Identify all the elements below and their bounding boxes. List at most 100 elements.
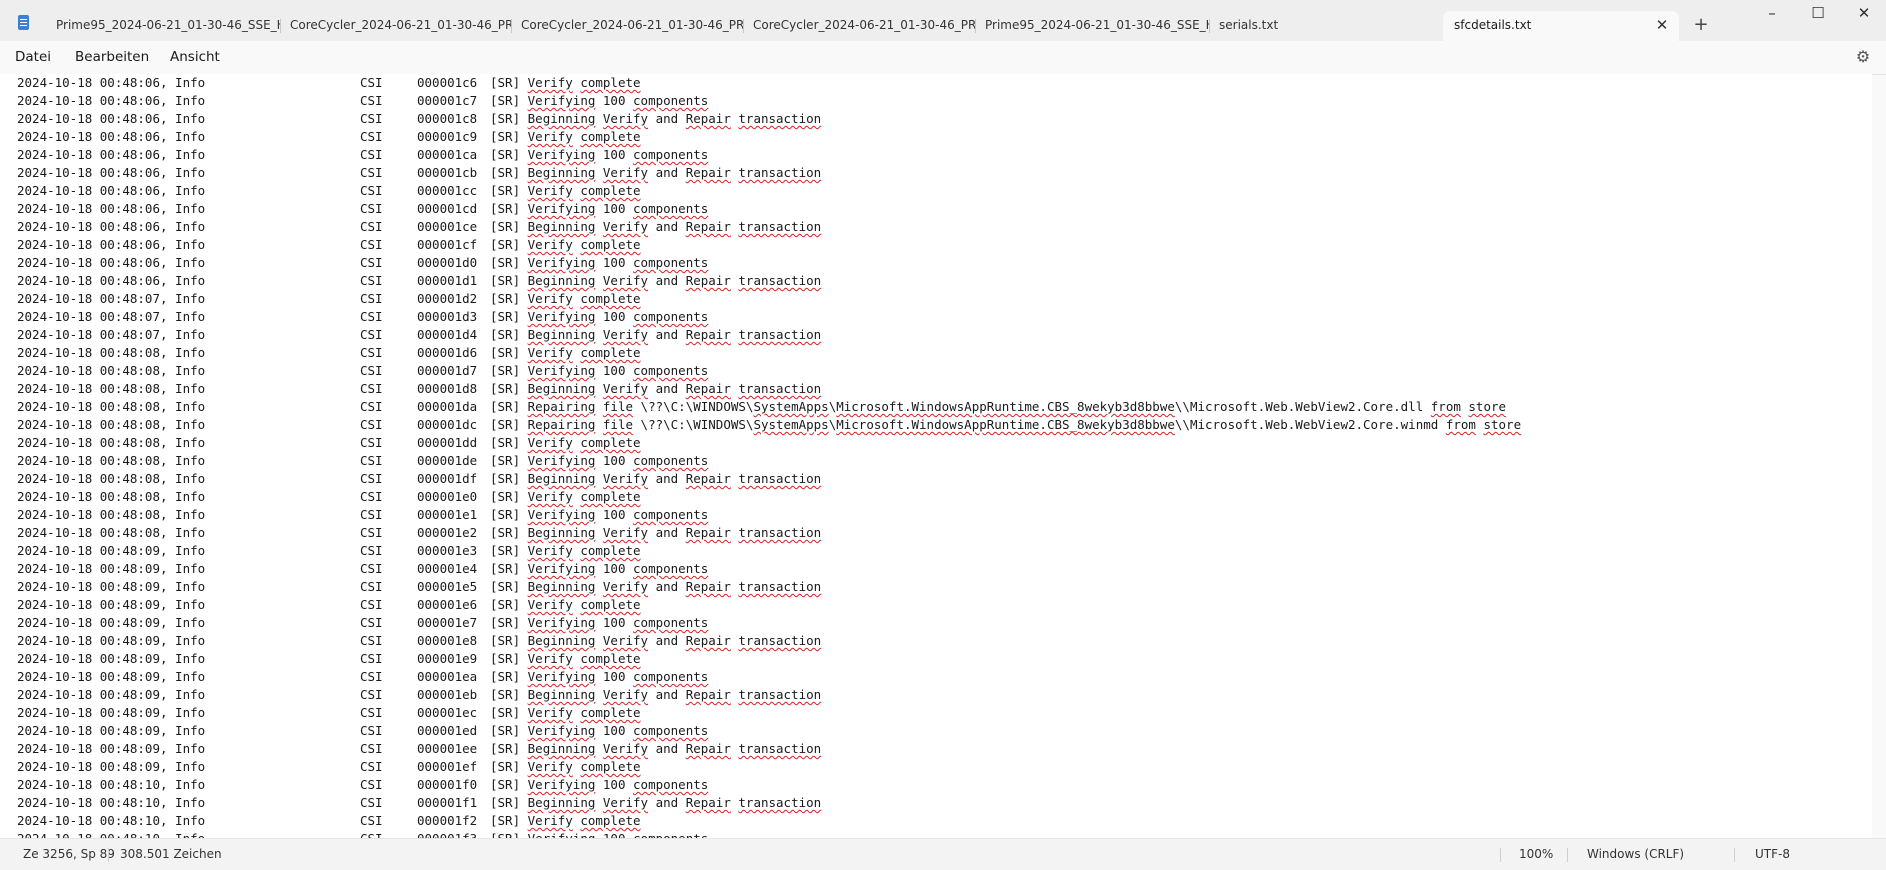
gear-icon[interactable]: ⚙ <box>1852 46 1874 68</box>
line-ending[interactable]: Windows (CRLF) <box>1587 839 1684 870</box>
log-source: CSI <box>360 237 383 252</box>
tab-label: CoreCycler_2024-06-21_01-30-46_PRIME95_ <box>521 18 744 32</box>
log-source: CSI <box>360 723 383 738</box>
tab-prime95-1[interactable]: Prime95_2024-06-21_01-30-46_SSE_HUGE_ <box>47 11 281 41</box>
log-message: [SR] Verify complete <box>490 435 641 450</box>
log-source: CSI <box>360 363 383 378</box>
tab-label: sfcdetails.txt <box>1454 18 1532 32</box>
log-source: CSI <box>360 111 383 126</box>
log-source: CSI <box>360 525 383 540</box>
character-count: 308.501 Zeichen <box>120 847 222 861</box>
log-source: CSI <box>360 777 383 792</box>
log-id: 000001ef <box>417 759 478 774</box>
log-timestamp: 2024-10-18 00:48:06, Info <box>17 255 206 270</box>
text-editor[interactable]: 2024-10-18 00:48:06, Info CSI 000001c6 [SR]… <box>0 74 1872 838</box>
log-source: CSI <box>360 399 383 414</box>
log-source: CSI <box>360 795 383 810</box>
log-id: 000001ee <box>417 741 478 756</box>
log-timestamp: 2024-10-18 00:48:07, Info <box>17 327 206 342</box>
log-message: [SR] Verifying 100 components <box>490 363 709 378</box>
log-message: [SR] Verifying 100 components <box>490 723 709 738</box>
log-id: 000001c8 <box>417 111 478 126</box>
log-message: [SR] Verify complete <box>490 75 641 90</box>
log-message: [SR] Repairing file \??\C:\WINDOWS\Syste… <box>490 399 1507 414</box>
log-timestamp: 2024-10-18 00:48:09, Info <box>17 759 206 774</box>
log-message: [SR] Beginning Verify and Repair transac… <box>490 165 822 180</box>
log-id: 000001cb <box>417 165 478 180</box>
zoom-level[interactable]: 100% <box>1519 839 1553 870</box>
log-source: CSI <box>360 651 383 666</box>
log-id: 000001ca <box>417 147 478 162</box>
log-message: [SR] Verify complete <box>490 543 641 558</box>
log-source: CSI <box>360 129 383 144</box>
maximize-icon[interactable]: ☐ <box>1795 0 1841 28</box>
status-divider <box>1500 848 1501 862</box>
log-id: 000001e0 <box>417 489 478 504</box>
log-message: [SR] Beginning Verify and Repair transac… <box>490 327 822 342</box>
log-message: [SR] Beginning Verify and Repair transac… <box>490 525 822 540</box>
log-source: CSI <box>360 309 383 324</box>
menu-datei[interactable]: Datei <box>15 41 51 74</box>
log-message: [SR] Verifying 100 components <box>490 453 709 468</box>
log-id: 000001dc <box>417 417 478 432</box>
log-source: CSI <box>360 705 383 720</box>
log-timestamp: 2024-10-18 00:48:08, Info <box>17 489 206 504</box>
log-timestamp: 2024-10-18 00:48:09, Info <box>17 723 206 738</box>
menu-bearbeiten[interactable]: Bearbeiten <box>75 41 149 74</box>
log-timestamp: 2024-10-18 00:48:09, Info <box>17 579 206 594</box>
log-timestamp: 2024-10-18 00:48:08, Info <box>17 507 206 522</box>
tab-corecycler-2[interactable]: CoreCycler_2024-06-21_01-30-46_PRIME95_ <box>512 11 744 41</box>
log-timestamp: 2024-10-18 00:48:06, Info <box>17 129 206 144</box>
log-source: CSI <box>360 273 383 288</box>
minimize-icon[interactable]: – <box>1749 0 1795 28</box>
log-source: CSI <box>360 327 383 342</box>
log-id: 000001c6 <box>417 75 478 90</box>
log-timestamp: 2024-10-18 00:48:06, Info <box>17 75 206 90</box>
log-source: CSI <box>360 471 383 486</box>
log-source: CSI <box>360 291 383 306</box>
log-message: [SR] Verifying 100 components <box>490 93 709 108</box>
log-message: [SR] Verify complete <box>490 183 641 198</box>
log-timestamp: 2024-10-18 00:48:10, Info <box>17 795 206 810</box>
log-source: CSI <box>360 543 383 558</box>
log-timestamp: 2024-10-18 00:48:09, Info <box>17 597 206 612</box>
log-timestamp: 2024-10-18 00:48:10, Info <box>17 830 205 838</box>
log-timestamp: 2024-10-18 00:48:07, Info <box>17 309 206 324</box>
tab-sfcdetails[interactable]: sfcdetails.txt ✕ <box>1443 11 1679 41</box>
log-source: CSI <box>360 417 383 432</box>
status-bar: Ze 3256, Sp 89 308.501 Zeichen 100% Wind… <box>0 838 1886 870</box>
log-message: [SR] Verifying 100 components <box>490 830 708 838</box>
log-message: [SR] Verifying 100 components <box>490 309 709 324</box>
tab-serials[interactable]: serials.txt <box>1210 11 1443 41</box>
menu-ansicht[interactable]: Ansicht <box>170 41 220 74</box>
close-tab-icon[interactable]: ✕ <box>1651 11 1673 40</box>
new-tab-button[interactable]: + <box>1689 14 1713 38</box>
log-source: CSI <box>360 813 383 828</box>
log-timestamp: 2024-10-18 00:48:08, Info <box>17 399 206 414</box>
log-source: CSI <box>360 669 383 684</box>
log-message: [SR] Beginning Verify and Repair transac… <box>490 273 822 288</box>
log-source: CSI <box>360 381 383 396</box>
log-message: [SR] Beginning Verify and Repair transac… <box>490 111 822 126</box>
log-timestamp: 2024-10-18 00:48:06, Info <box>17 111 206 126</box>
log-source: CSI <box>360 345 383 360</box>
log-id: 000001ce <box>417 219 478 234</box>
tab-corecycler-3[interactable]: CoreCycler_2024-06-21_01-30-46_PRIME95_ <box>744 11 976 41</box>
log-timestamp: 2024-10-18 00:48:10, Info <box>17 777 206 792</box>
log-source: CSI <box>360 219 383 234</box>
log-source: CSI <box>360 255 383 270</box>
log-source: CSI <box>360 435 383 450</box>
log-id: 000001e9 <box>417 651 478 666</box>
menu-bar: Datei Bearbeiten Ansicht ⚙ <box>0 41 1886 75</box>
encoding[interactable]: UTF-8 <box>1755 839 1790 870</box>
cursor-position: Ze 3256, Sp 89 <box>23 847 115 861</box>
log-message: [SR] Verifying 100 components <box>490 561 709 576</box>
close-window-icon[interactable]: ✕ <box>1841 0 1886 28</box>
log-timestamp: 2024-10-18 00:48:09, Info <box>17 651 206 666</box>
tab-corecycler-1[interactable]: CoreCycler_2024-06-21_01-30-46_PRIME95_ <box>281 11 512 41</box>
tab-prime95-2[interactable]: Prime95_2024-06-21_01-30-46_SSE_HUGE_ <box>976 11 1210 41</box>
log-timestamp: 2024-10-18 00:48:06, Info <box>17 237 206 252</box>
log-id: 000001da <box>417 399 478 414</box>
log-message: [SR] Verify complete <box>490 759 641 774</box>
log-source: CSI <box>360 183 383 198</box>
